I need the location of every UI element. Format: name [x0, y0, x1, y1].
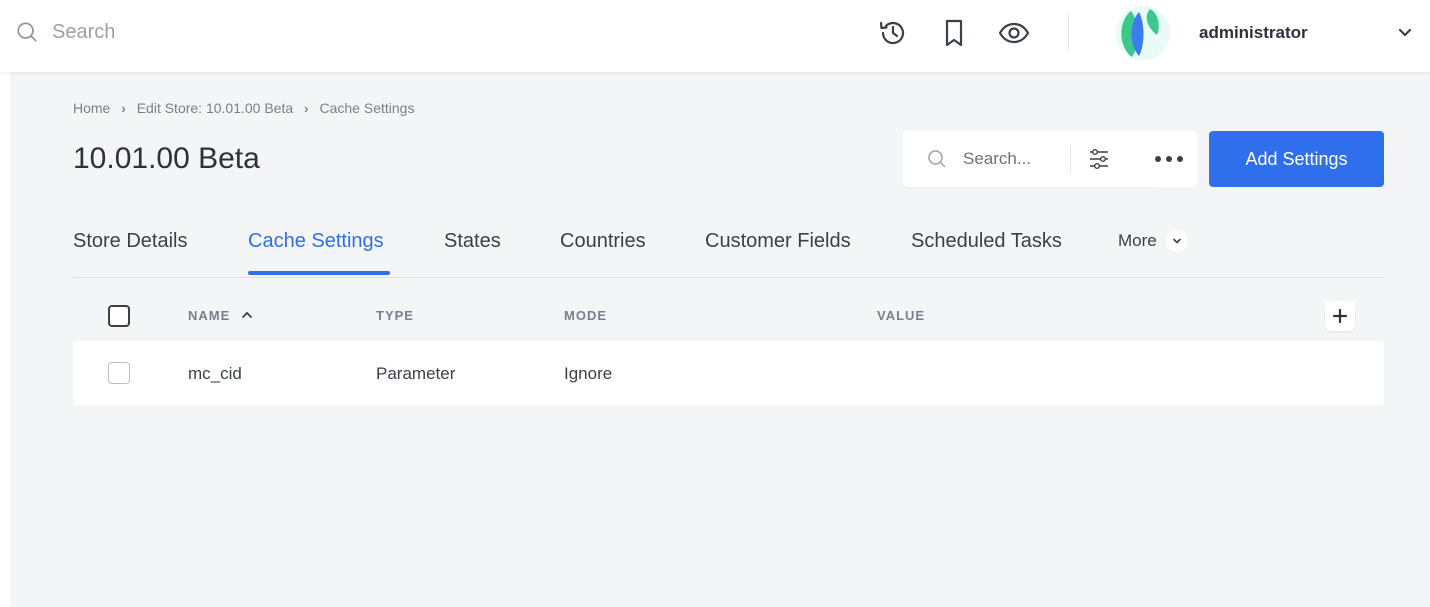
breadcrumb-home[interactable]: Home — [73, 100, 110, 116]
history-icon[interactable] — [877, 17, 909, 49]
select-all-checkbox[interactable] — [108, 305, 130, 327]
topbar-divider — [1068, 15, 1069, 50]
main-content: Home › Edit Store: 10.01.00 Beta › Cache… — [10, 72, 1430, 607]
tab-scheduled-tasks[interactable]: Scheduled Tasks — [911, 230, 1062, 253]
global-search-input[interactable]: Search — [52, 20, 115, 44]
tab-store-details[interactable]: Store Details — [73, 230, 188, 253]
chevron-down-icon — [1165, 230, 1188, 252]
column-header-name-label: NAME — [188, 308, 231, 323]
cell-mode: Ignore — [564, 364, 613, 383]
search-icon — [928, 150, 946, 168]
tab-customer-fields[interactable]: Customer Fields — [705, 230, 851, 253]
more-options-button[interactable] — [1141, 131, 1197, 187]
settings-search-box — [903, 131, 1157, 187]
chevron-right-icon: › — [121, 100, 126, 116]
tab-more[interactable]: More — [1118, 230, 1188, 252]
breadcrumb-current: Cache Settings — [319, 100, 415, 116]
table-row[interactable]: mc_cid Parameter Ignore — [73, 341, 1384, 405]
chevron-right-icon: › — [304, 100, 309, 116]
cell-type: Parameter — [376, 364, 456, 383]
eye-icon[interactable] — [998, 17, 1030, 49]
sort-ascending-icon — [242, 312, 252, 318]
column-header-type[interactable]: TYPE — [376, 308, 414, 323]
tab-cache-settings[interactable]: Cache Settings — [248, 230, 384, 253]
breadcrumb-edit-store[interactable]: Edit Store: 10.01.00 Beta — [137, 100, 293, 116]
chevron-down-icon[interactable] — [1396, 24, 1414, 42]
username[interactable]: administrator — [1199, 23, 1308, 43]
table-header: NAME TYPE MODE VALUE — [73, 296, 1384, 336]
tab-countries[interactable]: Countries — [560, 230, 646, 253]
active-tab-indicator — [248, 271, 390, 275]
avatar[interactable] — [1112, 5, 1172, 61]
row-checkbox[interactable] — [108, 362, 130, 384]
bookmark-icon[interactable] — [938, 17, 970, 49]
breadcrumb: Home › Edit Store: 10.01.00 Beta › Cache… — [73, 100, 414, 116]
column-header-name[interactable]: NAME — [188, 308, 253, 323]
column-header-value[interactable]: VALUE — [877, 308, 925, 323]
tab-bar: Store Details Cache Settings States Coun… — [73, 218, 1384, 278]
top-bar: Search administrator — [0, 0, 1430, 72]
cell-name: mc_cid — [188, 364, 242, 383]
column-header-mode[interactable]: MODE — [564, 308, 607, 323]
settings-search-input[interactable] — [963, 147, 1063, 171]
more-horizontal-icon — [1155, 156, 1183, 162]
search-divider — [1070, 146, 1071, 172]
add-settings-button[interactable]: Add Settings — [1209, 131, 1384, 187]
filter-sliders-icon[interactable] — [1087, 147, 1111, 171]
add-column-button[interactable] — [1325, 301, 1355, 331]
tab-more-label: More — [1118, 231, 1157, 250]
page-title: 10.01.00 Beta — [73, 142, 260, 175]
plus-icon — [1332, 308, 1348, 324]
search-icon — [17, 22, 37, 42]
tab-states[interactable]: States — [444, 230, 501, 253]
